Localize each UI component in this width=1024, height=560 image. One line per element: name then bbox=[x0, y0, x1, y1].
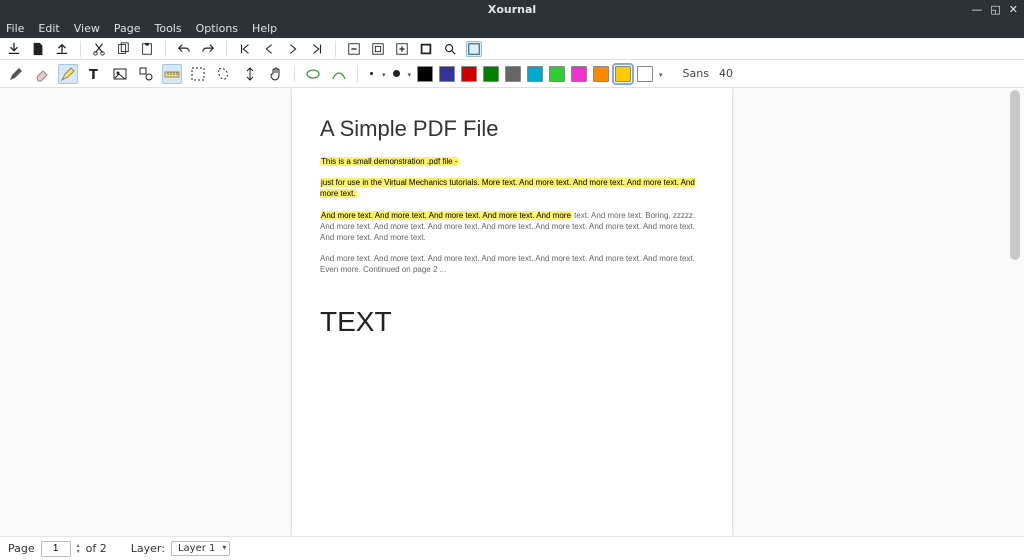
select-region-tool-icon[interactable] bbox=[214, 64, 234, 84]
statusbar: Page ▴▾ of 2 Layer: Layer 1 bbox=[0, 536, 1024, 560]
menu-help[interactable]: Help bbox=[252, 22, 277, 35]
color-red[interactable] bbox=[461, 66, 477, 82]
layer-select[interactable]: Layer 1 bbox=[171, 541, 230, 556]
ruler-tool-icon[interactable] bbox=[162, 64, 182, 84]
canvas-area[interactable]: A Simple PDF File This is a small demons… bbox=[0, 88, 1024, 536]
image-tool-icon[interactable] bbox=[110, 64, 130, 84]
color-dropdown-icon[interactable]: ▾ bbox=[659, 69, 663, 79]
next-page-icon[interactable] bbox=[285, 41, 301, 57]
zoom-out-icon[interactable] bbox=[346, 41, 362, 57]
doc-para-3: And more text. And more text. And more t… bbox=[320, 210, 704, 244]
color-cyan[interactable] bbox=[527, 66, 543, 82]
separator bbox=[165, 41, 166, 57]
color-white[interactable] bbox=[637, 66, 653, 82]
redo-icon[interactable] bbox=[200, 41, 216, 57]
doc-heading: A Simple PDF File bbox=[320, 116, 704, 142]
menu-file[interactable]: File bbox=[6, 22, 24, 35]
window-controls: — ◱ ✕ bbox=[971, 3, 1018, 16]
color-gray[interactable] bbox=[505, 66, 521, 82]
font-info: Sans 40 bbox=[683, 67, 733, 80]
menu-page[interactable]: Page bbox=[114, 22, 141, 35]
doc-para-1: This is a small demonstration .pdf file … bbox=[320, 156, 704, 167]
document-page[interactable]: A Simple PDF File This is a small demons… bbox=[292, 88, 732, 536]
page-spinner[interactable]: ▴▾ bbox=[77, 543, 80, 555]
copy-icon[interactable] bbox=[115, 41, 131, 57]
minimize-icon[interactable]: — bbox=[971, 3, 982, 16]
hand-tool-icon[interactable] bbox=[266, 64, 286, 84]
scrollbar-track[interactable] bbox=[1010, 88, 1022, 536]
new-icon[interactable] bbox=[30, 41, 46, 57]
font-size[interactable]: 40 bbox=[719, 67, 733, 80]
doc-para-4: And more text. And more text. And more t… bbox=[320, 253, 704, 275]
pen-tool-icon[interactable] bbox=[6, 64, 26, 84]
toolbar-main bbox=[0, 38, 1024, 60]
line-tool-icon[interactable] bbox=[329, 64, 349, 84]
fullscreen-icon[interactable] bbox=[466, 41, 482, 57]
undo-icon[interactable] bbox=[176, 41, 192, 57]
vertical-space-tool-icon[interactable] bbox=[240, 64, 260, 84]
color-green[interactable] bbox=[483, 66, 499, 82]
save-icon[interactable] bbox=[6, 41, 22, 57]
search-icon[interactable] bbox=[442, 41, 458, 57]
prev-page-icon[interactable] bbox=[261, 41, 277, 57]
paste-icon[interactable] bbox=[139, 41, 155, 57]
thickness-thin-icon[interactable] bbox=[366, 69, 376, 79]
color-blue[interactable] bbox=[439, 66, 455, 82]
doc-para-2: just for use in the Virtual Mechanics tu… bbox=[320, 177, 704, 199]
text-tool-icon[interactable]: T bbox=[84, 64, 104, 84]
shapes-tool-icon[interactable] bbox=[136, 64, 156, 84]
maximize-icon[interactable]: ◱ bbox=[990, 3, 1000, 16]
last-page-icon[interactable] bbox=[309, 41, 325, 57]
svg-text:T: T bbox=[89, 68, 98, 82]
cut-icon[interactable] bbox=[91, 41, 107, 57]
toolbar-tools: T ▾ ▾ ▾ Sans 40 bbox=[0, 60, 1024, 88]
color-lime[interactable] bbox=[549, 66, 565, 82]
separator bbox=[357, 66, 358, 82]
select-rect-tool-icon[interactable] bbox=[188, 64, 208, 84]
font-family[interactable]: Sans bbox=[683, 67, 709, 80]
highlight-2: just for use in the Virtual Mechanics tu… bbox=[320, 178, 695, 198]
color-magenta[interactable] bbox=[571, 66, 587, 82]
separator bbox=[80, 41, 81, 57]
page-total: of 2 bbox=[86, 542, 107, 555]
color-orange[interactable] bbox=[593, 66, 609, 82]
annotation-text[interactable]: TEXT bbox=[320, 306, 704, 338]
highlighter-tool-icon[interactable] bbox=[58, 64, 78, 84]
layer-label: Layer: bbox=[131, 542, 165, 555]
zoom-fit-icon[interactable] bbox=[370, 41, 386, 57]
open-icon[interactable] bbox=[54, 41, 70, 57]
eraser-tool-icon[interactable] bbox=[32, 64, 52, 84]
page-input[interactable] bbox=[41, 541, 71, 557]
page-label: Page bbox=[8, 542, 35, 555]
separator bbox=[335, 41, 336, 57]
zoom-in-icon[interactable] bbox=[394, 41, 410, 57]
menu-edit[interactable]: Edit bbox=[38, 22, 59, 35]
separator bbox=[226, 41, 227, 57]
shape-recognizer-icon[interactable] bbox=[303, 64, 323, 84]
color-black[interactable] bbox=[417, 66, 433, 82]
highlight-3: And more text. And more text. And more t… bbox=[320, 211, 572, 220]
thickness-dropdown2-icon[interactable]: ▾ bbox=[408, 69, 412, 79]
thickness-dropdown-icon[interactable]: ▾ bbox=[382, 69, 386, 79]
menu-options[interactable]: Options bbox=[196, 22, 238, 35]
menu-tools[interactable]: Tools bbox=[154, 22, 181, 35]
menubar: File Edit View Page Tools Options Help bbox=[0, 18, 1024, 38]
separator bbox=[294, 66, 295, 82]
menu-view[interactable]: View bbox=[74, 22, 100, 35]
titlebar: Xournal — ◱ ✕ bbox=[0, 0, 1024, 18]
app-title: Xournal bbox=[488, 3, 536, 16]
zoom-page-icon[interactable] bbox=[418, 41, 434, 57]
color-yellow[interactable] bbox=[615, 66, 631, 82]
highlight-1: This is a small demonstration .pdf file … bbox=[320, 157, 459, 166]
thickness-thick-icon[interactable] bbox=[392, 69, 402, 79]
close-icon[interactable]: ✕ bbox=[1009, 3, 1018, 16]
first-page-icon[interactable] bbox=[237, 41, 253, 57]
scrollbar-thumb[interactable] bbox=[1010, 90, 1020, 260]
